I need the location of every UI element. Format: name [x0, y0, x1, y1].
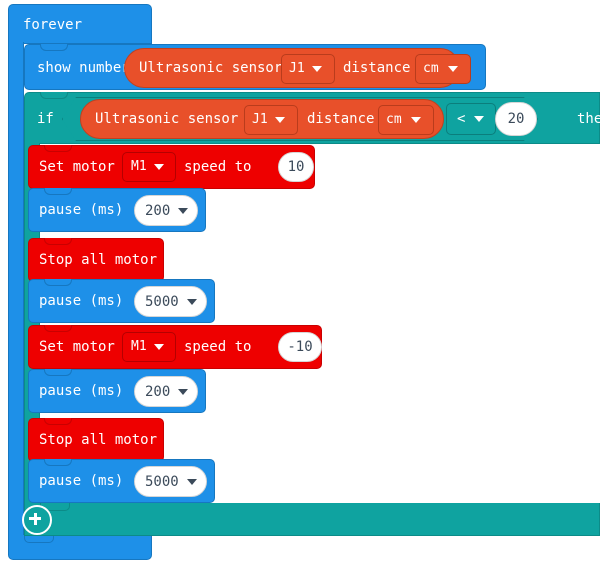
comparison-operator-value: < [457, 111, 466, 127]
chevron-down-icon [312, 66, 322, 72]
pause-value-3: 200 [145, 384, 171, 400]
motor-select-value-2: M1 [131, 339, 147, 354]
chevron-down-icon [448, 66, 458, 72]
forever-label: forever [23, 17, 83, 33]
chevron-down-icon [275, 117, 285, 123]
ultrasonic-port-value: J1 [289, 61, 305, 76]
motor-speed-value-1: 10 [287, 159, 305, 175]
condition-ultrasonic-port-value: J1 [252, 112, 268, 127]
show-number-notch [40, 44, 68, 51]
motor-select-value-1: M1 [131, 159, 147, 174]
stop-all-motor-label-2: Stop all motor [39, 432, 158, 448]
condition-distance-label: distance [307, 111, 375, 127]
set-motor-block-1[interactable]: Set motor M1 speed to 10 % [28, 145, 329, 189]
ultrasonic-unit-value: cm [423, 61, 439, 76]
if-block-footer[interactable] [24, 503, 600, 536]
ultrasonic-sensor-name: Ultrasonic sensor [139, 60, 283, 76]
motor-select-dropdown-1[interactable]: M1 [122, 152, 176, 182]
forever-block-spine [8, 42, 24, 537]
ultrasonic-sensor-reporter[interactable]: Ultrasonic sensor J1 distance cm [124, 48, 471, 88]
condition-ultrasonic-sensor-reporter[interactable]: Ultrasonic sensor J1 distance cm [80, 99, 444, 139]
set-motor-notch-2 [44, 325, 72, 332]
pause-value-dropdown-2[interactable]: 5000 [134, 286, 207, 317]
pause-label-3: pause (ms) [39, 383, 124, 399]
then-label: then [577, 111, 600, 127]
pause-notch-3 [44, 369, 72, 376]
set-motor-notch-1 [44, 145, 72, 152]
pause-notch-2 [44, 279, 72, 286]
pause-value-dropdown-1[interactable]: 200 [134, 195, 198, 226]
forever-footer-notch [24, 535, 54, 543]
condition-ultrasonic-port-dropdown[interactable]: J1 [244, 105, 298, 135]
motor-speed-value-2: -10 [287, 339, 313, 355]
pause-value-2: 5000 [145, 294, 179, 310]
motor-select-dropdown-2[interactable]: M1 [122, 332, 176, 362]
chevron-down-icon [411, 117, 421, 123]
condition-ultrasonic-sensor-name: Ultrasonic sensor [95, 111, 239, 127]
chevron-down-icon [187, 479, 197, 485]
motor-speed-field-1[interactable]: 10 [278, 152, 314, 182]
forever-block-header[interactable]: forever [8, 4, 152, 44]
stop-all-motor-notch-2 [44, 418, 72, 425]
pause-value-dropdown-4[interactable]: 5000 [134, 466, 207, 497]
set-motor-suffix-2: % [328, 339, 337, 355]
pause-notch-1 [44, 188, 72, 195]
comparison-operator-dropdown[interactable]: < [446, 103, 496, 135]
pause-label-1: pause (ms) [39, 202, 124, 218]
set-motor-prefix-1: Set motor [39, 159, 115, 175]
set-motor-mid-1: speed to [184, 159, 252, 175]
if-label: if [37, 111, 54, 127]
motor-speed-field-2[interactable]: -10 [278, 332, 322, 362]
ultrasonic-port-dropdown[interactable]: J1 [281, 54, 335, 84]
condition-ultrasonic-unit-dropdown[interactable]: cm [378, 105, 434, 135]
plus-circle-icon[interactable] [22, 505, 52, 535]
stop-all-motor-label-1: Stop all motor [39, 252, 158, 268]
pause-label-4: pause (ms) [39, 473, 124, 489]
chevron-down-icon [178, 389, 188, 395]
pause-value-dropdown-3[interactable]: 200 [134, 376, 198, 407]
chevron-down-icon [154, 164, 164, 170]
set-motor-suffix-1: % [321, 159, 330, 175]
ultrasonic-distance-label: distance [343, 60, 411, 76]
ultrasonic-unit-dropdown[interactable]: cm [415, 54, 471, 84]
pause-value-1: 200 [145, 203, 171, 219]
chevron-down-icon [187, 299, 197, 305]
set-motor-mid-2: speed to [184, 339, 252, 355]
condition-ultrasonic-unit-value: cm [386, 112, 402, 127]
blocks-workspace[interactable]: forever show number Ultrasonic sensor J1… [0, 0, 600, 563]
show-number-label: show number [37, 60, 130, 76]
chevron-down-icon [178, 208, 188, 214]
set-motor-prefix-2: Set motor [39, 339, 115, 355]
set-motor-block-2[interactable]: Set motor M1 speed to -10 % [28, 325, 336, 369]
chevron-down-icon [154, 344, 164, 350]
chevron-down-icon [474, 116, 484, 122]
compare-value-field[interactable]: 20 [495, 102, 537, 136]
pause-notch-4 [44, 459, 72, 466]
compare-value: 20 [507, 111, 525, 127]
if-block-notch [40, 92, 68, 99]
pause-value-4: 5000 [145, 474, 179, 490]
pause-label-2: pause (ms) [39, 293, 124, 309]
stop-all-motor-notch-1 [44, 238, 72, 245]
